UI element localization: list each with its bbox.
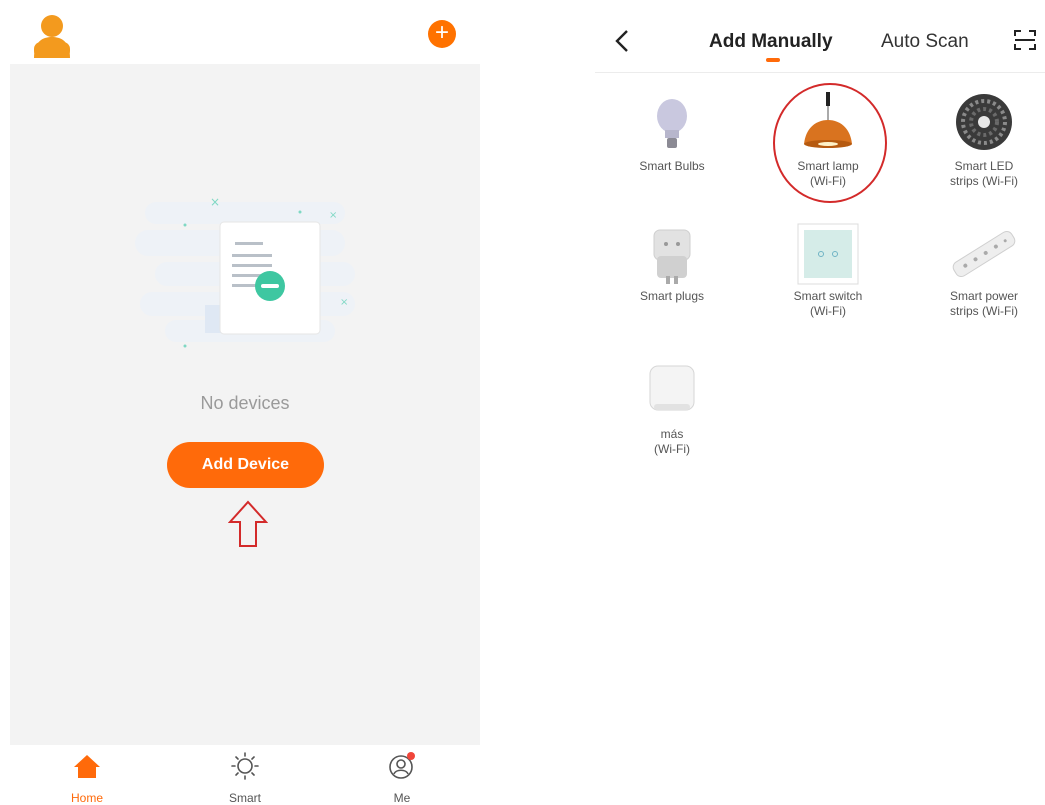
device-label: Smart switch	[793, 289, 863, 303]
device-label: Smart Bulbs	[639, 159, 705, 173]
tab-auto-scan[interactable]: Auto Scan	[881, 31, 969, 53]
led-strip-icon	[956, 94, 1012, 150]
scan-qr-icon[interactable]	[1013, 28, 1037, 52]
device-label: Smart LED	[954, 159, 1014, 173]
device-mas[interactable]: más (Wi-Fi)	[617, 360, 727, 457]
device-smart-lamp[interactable]: Smart lamp (Wi-Fi)	[773, 92, 883, 189]
sun-icon	[231, 752, 259, 780]
home-icon	[74, 755, 100, 778]
device-sublabel: strips (Wi-Fi)	[950, 304, 1018, 318]
profile-icon	[389, 752, 415, 779]
device-label: Smart plugs	[639, 289, 705, 303]
generic-device-icon	[649, 365, 695, 411]
add-device-screen: Add Manually Auto Scan Smart Bulbs Smart…	[595, 0, 1045, 803]
tab-me[interactable]: Me	[362, 751, 442, 805]
add-device-button[interactable]: Add Device	[167, 442, 324, 488]
device-sublabel: (Wi-Fi)	[810, 304, 846, 318]
device-sublabel: (Wi-Fi)	[810, 174, 846, 188]
add-device-header: Add Manually Auto Scan	[595, 0, 1045, 73]
svg-text:×: ×	[210, 195, 220, 209]
plug-icon	[653, 229, 691, 284]
active-tab-indicator	[766, 58, 780, 62]
add-icon[interactable]: +	[428, 20, 456, 48]
lamp-icon	[804, 92, 852, 148]
empty-state-text: No devices	[200, 393, 290, 413]
home-header: +	[10, 0, 480, 64]
device-smart-switch[interactable]: Smart switch (Wi-Fi)	[773, 222, 883, 319]
home-screen: + × × × No devices Add Device Home Smart…	[10, 0, 480, 805]
back-chevron-icon[interactable]	[613, 28, 631, 54]
switch-icon	[797, 223, 859, 285]
device-sublabel: strips (Wi-Fi)	[950, 174, 1018, 188]
device-label: más	[660, 427, 684, 441]
device-smart-led-strips[interactable]: Smart LED strips (Wi-Fi)	[929, 92, 1039, 189]
tab-add-manually[interactable]: Add Manually	[709, 31, 833, 53]
bulb-icon	[657, 99, 687, 148]
arrow-up-icon	[228, 500, 268, 547]
svg-text:×: ×	[340, 297, 348, 308]
device-label: Smart power	[949, 289, 1019, 303]
bottom-tab-bar: Home Smart Me	[10, 745, 480, 805]
power-strip-icon	[952, 230, 1016, 278]
device-smart-power-strips[interactable]: Smart power strips (Wi-Fi)	[929, 222, 1039, 319]
device-sublabel: (Wi-Fi)	[654, 442, 690, 456]
device-label: Smart lamp	[797, 159, 859, 173]
device-smart-bulbs[interactable]: Smart Bulbs	[617, 92, 727, 174]
user-avatar-icon[interactable]	[30, 12, 74, 60]
device-smart-plugs[interactable]: Smart plugs	[617, 222, 727, 304]
tab-smart[interactable]: Smart	[205, 751, 285, 805]
svg-text:×: ×	[329, 210, 337, 221]
empty-devices-illustration: × × ×	[135, 195, 355, 348]
tab-home[interactable]: Home	[47, 751, 127, 805]
